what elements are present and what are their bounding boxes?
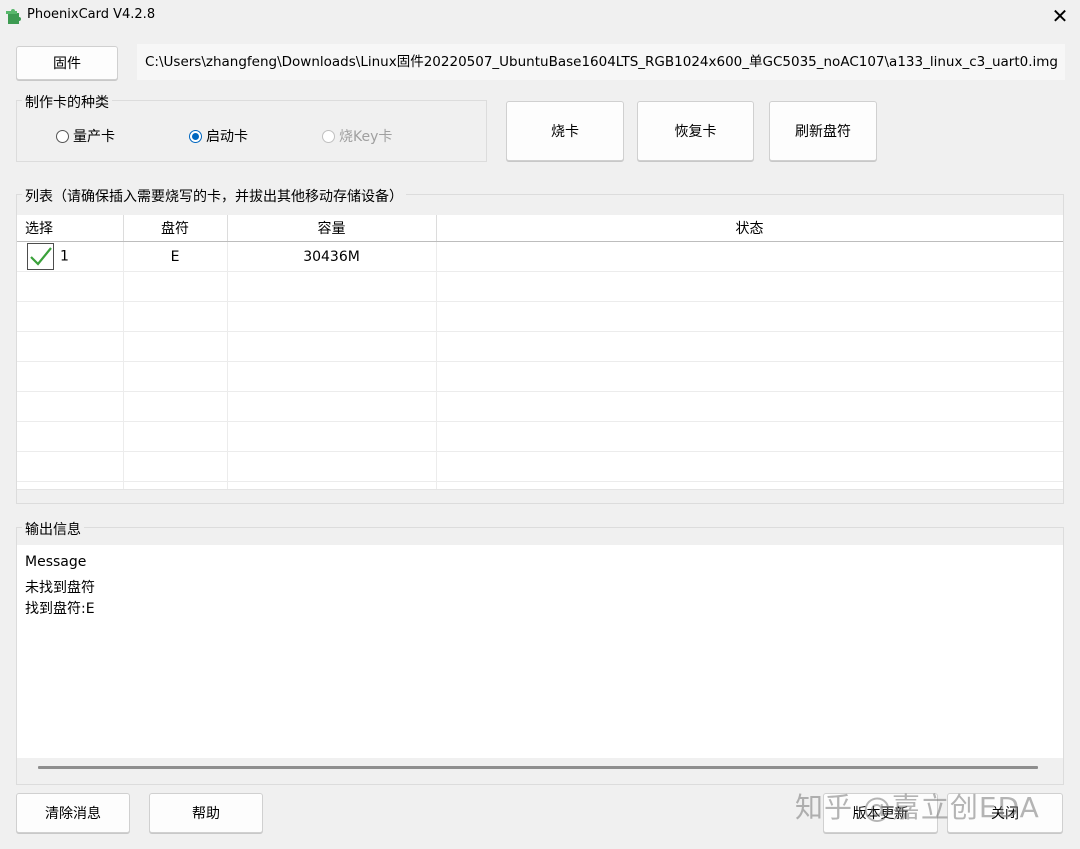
clear-messages-button[interactable]: 清除消息 [16, 793, 130, 833]
table-row [17, 301, 1063, 332]
check-icon [30, 247, 52, 266]
table-row [17, 331, 1063, 362]
capacity-cell: 30436M [227, 241, 437, 272]
log-header: Message [25, 554, 87, 570]
refresh-drives-button[interactable]: 刷新盘符 [769, 101, 877, 161]
table-row [17, 361, 1063, 392]
radio-indicator [322, 129, 335, 143]
drive-cell: E [123, 241, 228, 272]
output-horizontal-scrollbar[interactable] [38, 766, 1038, 769]
column-header-capacity[interactable]: 容量 [227, 215, 437, 242]
output-group-label: 输出信息 [22, 519, 84, 539]
restore-card-button[interactable]: 恢复卡 [637, 101, 754, 161]
log-line: 未找到盘符 [25, 580, 95, 596]
table-row [17, 481, 1063, 489]
table-header-row: 选择 盘符 容量 状态 [17, 215, 1063, 242]
output-log[interactable]: Message 未找到盘符 找到盘符:E [17, 545, 1063, 758]
select-cell[interactable]: 1 [17, 241, 124, 272]
table-row [17, 391, 1063, 422]
radio-label: 量产卡 [73, 129, 115, 145]
help-button[interactable]: 帮助 [149, 793, 263, 833]
row-checkbox[interactable] [27, 243, 54, 270]
radio-indicator [56, 129, 69, 143]
row-index: 1 [60, 248, 69, 265]
title-bar: PhoenixCard V4.2.8 ✕ [0, 0, 1080, 32]
card-type-group-label: 制作卡的种类 [22, 92, 112, 112]
column-header-select[interactable]: 选择 [17, 215, 124, 242]
device-table: 选择 盘符 容量 状态 1 E 30436M [17, 215, 1063, 489]
radio-mass-production-card[interactable]: 量产卡 [56, 126, 115, 146]
table-row [17, 271, 1063, 302]
puzzle-icon [6, 9, 21, 24]
table-row [17, 451, 1063, 482]
radio-key-card: 烧Key卡 [322, 126, 392, 146]
table-row[interactable]: 1 E 30436M [17, 241, 1063, 272]
close-button[interactable]: 关闭 [947, 793, 1063, 833]
radio-indicator [189, 129, 202, 143]
column-header-status[interactable]: 状态 [436, 215, 1063, 242]
table-horizontal-scrollbar[interactable] [17, 489, 1063, 503]
firmware-button[interactable]: 固件 [16, 46, 118, 80]
device-list-group-label: 列表（请确保插入需要烧写的卡，并拔出其他移动存储设备） [22, 186, 406, 206]
window-title: PhoenixCard V4.2.8 [27, 7, 156, 22]
close-window-button[interactable]: ✕ [1040, 0, 1080, 32]
table-row [17, 421, 1063, 452]
radio-boot-card[interactable]: 启动卡 [189, 126, 248, 146]
log-line: 找到盘符:E [25, 601, 95, 617]
radio-label: 启动卡 [206, 129, 248, 145]
burn-card-button[interactable]: 烧卡 [506, 101, 624, 161]
radio-label: 烧Key卡 [339, 129, 393, 145]
firmware-path-field[interactable]: C:\Users\zhangfeng\Downloads\Linux固件2022… [137, 44, 1065, 80]
status-cell [436, 241, 1063, 272]
column-header-drive[interactable]: 盘符 [123, 215, 228, 242]
version-update-button[interactable]: 版本更新 [823, 793, 938, 833]
